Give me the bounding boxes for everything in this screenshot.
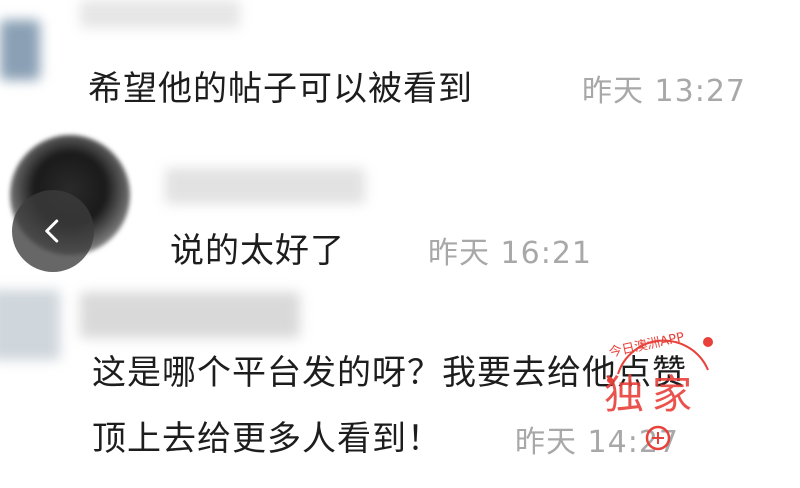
comment-text: 说的太好了 <box>170 231 345 271</box>
back-button[interactable] <box>12 190 94 272</box>
blurred-avatar-3 <box>0 290 60 360</box>
watermark: 今日澳洲APP 独家 <box>590 320 730 460</box>
comment-timestamp: 昨天 13:27 <box>582 74 746 109</box>
watermark-label: 独家 <box>604 372 700 418</box>
comment-timestamp: 昨天 16:21 <box>428 236 592 271</box>
chevron-left-icon <box>45 219 59 243</box>
comment-text: 希望他的帖子可以被看到 <box>88 69 473 109</box>
blurred-username-2 <box>165 168 365 204</box>
blurred-username-3 <box>80 292 300 338</box>
comment-text: 顶上去给更多人看到！ <box>92 419 442 459</box>
blurred-avatar-top <box>0 20 40 80</box>
blurred-username-top <box>80 0 240 28</box>
